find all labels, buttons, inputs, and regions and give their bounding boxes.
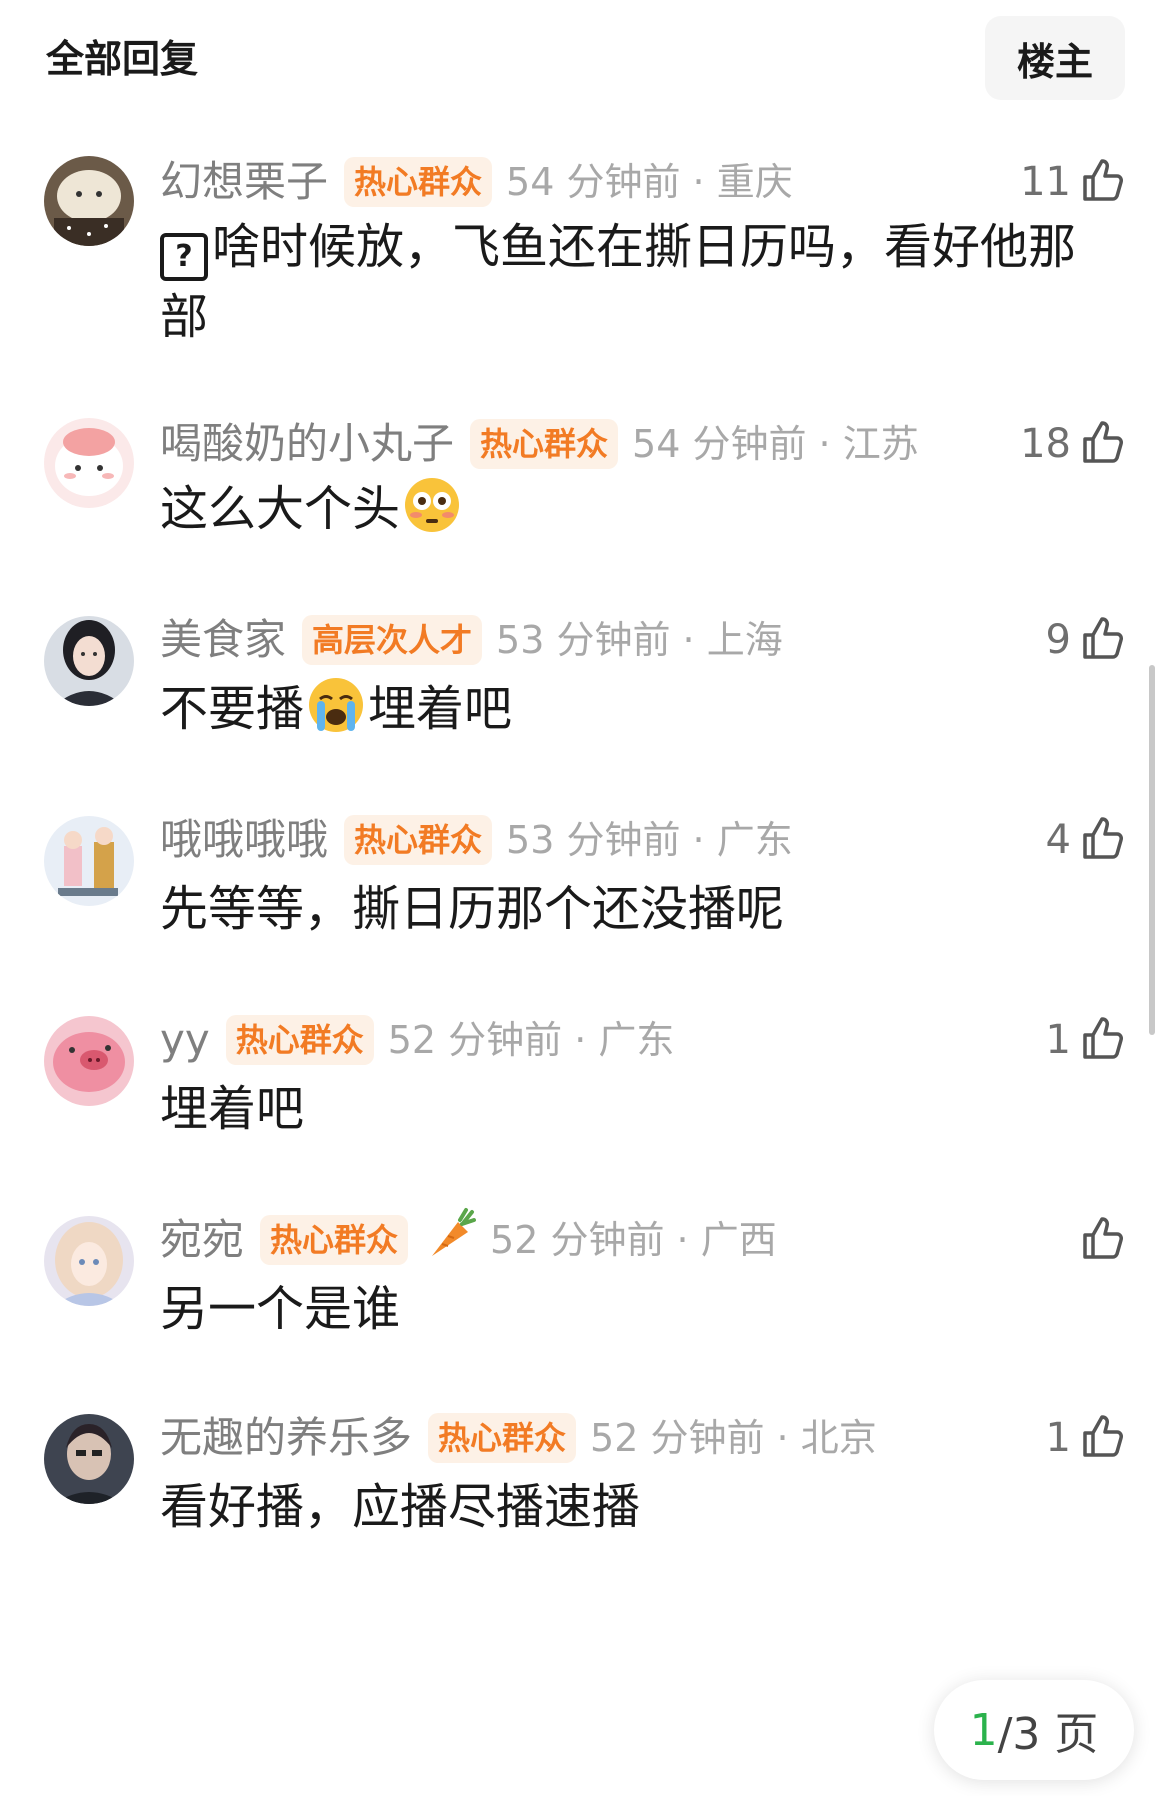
user-badge: 热心群众 bbox=[260, 1215, 409, 1265]
thumbs-up-icon bbox=[1081, 419, 1125, 469]
avatar[interactable] bbox=[44, 418, 134, 508]
thumbs-up-icon bbox=[1081, 1413, 1125, 1463]
user-badge: 热心群众 bbox=[428, 1413, 577, 1463]
carrot-icon bbox=[424, 1206, 477, 1274]
page-indicator[interactable]: 1/3 页 bbox=[934, 1680, 1134, 1780]
comment-time-location: 52 分钟前 · 广东 bbox=[387, 1018, 675, 1062]
comment-text-block: 不要播 埋着吧 bbox=[160, 674, 1100, 744]
comment-text: 埋着吧 bbox=[368, 681, 513, 737]
thumbs-up-icon bbox=[1081, 615, 1125, 665]
user-badge: 热心群众 bbox=[225, 1015, 374, 1065]
avatar[interactable] bbox=[44, 1016, 134, 1106]
user-badge: 热心群众 bbox=[470, 419, 619, 469]
page-header: 全部回复 楼主 bbox=[0, 0, 1169, 120]
username[interactable]: 幻想栗子 bbox=[160, 154, 328, 210]
avatar[interactable] bbox=[44, 156, 134, 246]
user-badge: 热心群众 bbox=[344, 157, 493, 207]
username[interactable]: 喝酸奶的小丸子 bbox=[160, 416, 454, 472]
comment-meta: 喝酸奶的小丸子 热心群众 54 分钟前 · 江苏 bbox=[160, 416, 919, 472]
comment-meta: yy 热心群众 52 分钟前 · 广东 bbox=[160, 1012, 674, 1068]
user-badge: 热心群众 bbox=[344, 815, 493, 865]
like-button[interactable]: 4 bbox=[1046, 812, 1125, 868]
comment-text: 埋着吧 bbox=[160, 1081, 305, 1137]
comment-text-block: ? 啥时候放，飞鱼还在撕日历吗，看好他那部 bbox=[160, 212, 1100, 352]
comment-time-location: 54 分钟前 · 江苏 bbox=[632, 422, 919, 466]
thumbs-up-icon bbox=[1081, 1215, 1125, 1265]
comment-time-location: 53 分钟前 · 上海 bbox=[496, 618, 783, 662]
current-page: 1 bbox=[969, 1704, 998, 1756]
comment-meta: 无趣的养乐多 热心群众 52 分钟前 · 北京 bbox=[160, 1410, 877, 1466]
user-badge: 高层次人才 bbox=[302, 615, 483, 665]
thumbs-up-icon bbox=[1081, 1015, 1125, 1065]
like-count: 11 bbox=[1020, 159, 1071, 205]
comment-text: 看好播，应播尽播速播 bbox=[160, 1479, 641, 1535]
username[interactable]: 美食家 bbox=[160, 612, 286, 668]
like-count: 9 bbox=[1045, 617, 1071, 663]
like-button[interactable]: 11 bbox=[1020, 154, 1125, 210]
comment-text: 啥时候放，飞鱼还在撕日历吗，看好他那部 bbox=[160, 219, 1077, 345]
avatar[interactable] bbox=[44, 616, 134, 706]
comment-text: 这么大个头 bbox=[160, 481, 401, 537]
like-button[interactable]: 1 bbox=[1046, 1410, 1125, 1466]
comment-time-location: 53 分钟前 · 广东 bbox=[506, 818, 793, 862]
comment-text: 另一个是谁 bbox=[160, 1281, 401, 1337]
username[interactable]: 无趣的养乐多 bbox=[160, 1410, 412, 1466]
comment-time-location: 52 分钟前 · 北京 bbox=[590, 1416, 877, 1460]
avatar[interactable] bbox=[44, 816, 134, 906]
like-count: 18 bbox=[1020, 421, 1071, 467]
like-button[interactable] bbox=[1071, 1212, 1125, 1268]
op-only-filter-button[interactable]: 楼主 bbox=[985, 16, 1125, 100]
avatar[interactable] bbox=[44, 1414, 134, 1504]
comment-text: 不要播 bbox=[160, 681, 305, 737]
like-button[interactable]: 9 bbox=[1046, 612, 1125, 668]
comment-meta: 宛宛 热心群众 52 分钟前 · 广西 bbox=[160, 1208, 777, 1268]
flushed-face-emoji bbox=[404, 477, 460, 533]
username[interactable]: 哦哦哦哦 bbox=[160, 812, 328, 868]
question-icon: ? bbox=[160, 233, 208, 281]
comment-meta: 美食家 高层次人才 53 分钟前 · 上海 bbox=[160, 612, 783, 668]
thumbs-up-icon bbox=[1081, 157, 1125, 207]
comment-time-location: 54 分钟前 · 重庆 bbox=[506, 160, 793, 204]
like-count: 4 bbox=[1045, 817, 1071, 863]
username[interactable]: 宛宛 bbox=[160, 1212, 244, 1268]
like-count: 1 bbox=[1045, 1017, 1071, 1063]
thumbs-up-icon bbox=[1081, 815, 1125, 865]
comment-text-block: 先等等，撕日历那个还没播呢 bbox=[160, 874, 1100, 944]
comment-text-block: 埋着吧 bbox=[160, 1074, 1100, 1144]
comment-meta: 哦哦哦哦 热心群众 53 分钟前 · 广东 bbox=[160, 812, 793, 868]
like-button[interactable]: 18 bbox=[1020, 416, 1125, 472]
comment-time-location: 52 分钟前 · 广西 bbox=[490, 1218, 777, 1262]
like-count: 1 bbox=[1045, 1415, 1071, 1461]
comment-meta: 幻想栗子 热心群众 54 分钟前 · 重庆 bbox=[160, 154, 793, 210]
avatar[interactable] bbox=[44, 1216, 134, 1306]
crying-face-emoji bbox=[308, 677, 364, 733]
like-button[interactable]: 1 bbox=[1046, 1012, 1125, 1068]
comment-text-block: 另一个是谁 bbox=[160, 1274, 1100, 1344]
total-pages: /3 页 bbox=[997, 1709, 1099, 1760]
comment-text-block: 看好播，应播尽播速播 bbox=[160, 1472, 1100, 1542]
username[interactable]: yy bbox=[160, 1012, 210, 1068]
page-title: 全部回复 bbox=[46, 37, 199, 81]
comment-text-block: 这么大个头 bbox=[160, 474, 1100, 544]
scrollbar[interactable] bbox=[1149, 665, 1155, 1035]
comment-text: 先等等，撕日历那个还没播呢 bbox=[160, 881, 785, 937]
